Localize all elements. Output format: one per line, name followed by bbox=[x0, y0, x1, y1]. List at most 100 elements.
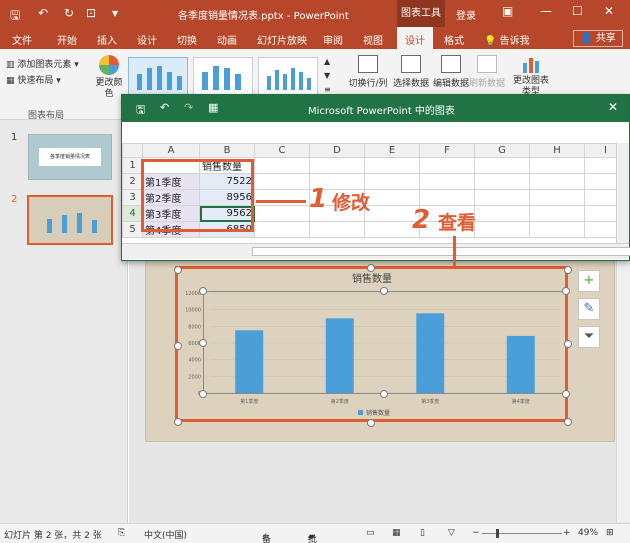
change-colors-button[interactable]: 更改颜色 bbox=[94, 55, 124, 100]
chart-resize-handle[interactable] bbox=[564, 418, 572, 426]
cell[interactable] bbox=[529, 157, 585, 174]
share-button[interactable]: 👤 共享 bbox=[573, 30, 623, 47]
canvas-vertical-scrollbar[interactable] bbox=[616, 258, 630, 522]
cell[interactable] bbox=[364, 157, 420, 174]
cell[interactable] bbox=[419, 157, 475, 174]
edit-data-button[interactable]: 编辑数据 bbox=[432, 55, 470, 89]
zoom-slider[interactable] bbox=[482, 533, 562, 534]
cell[interactable] bbox=[474, 221, 530, 238]
login-link[interactable]: 登录 bbox=[456, 7, 476, 22]
excel-horizontal-scrollbar[interactable] bbox=[122, 243, 630, 259]
tab-file[interactable]: 文件 bbox=[12, 32, 32, 47]
excel-scroll-thumb[interactable] bbox=[252, 247, 630, 256]
close-button[interactable]: ✕ bbox=[604, 4, 614, 18]
cell[interactable] bbox=[254, 157, 310, 174]
chart-resize-handle[interactable] bbox=[174, 418, 182, 426]
slide-thumbnail-1[interactable]: 各季度销量情况表 bbox=[28, 134, 112, 180]
plot-area-handle[interactable] bbox=[562, 390, 570, 398]
plot-area-handle[interactable] bbox=[562, 287, 570, 295]
cell[interactable] bbox=[254, 221, 310, 238]
refresh-data-button[interactable]: 刷新数据 bbox=[467, 55, 507, 89]
chart-resize-handle[interactable] bbox=[174, 266, 182, 274]
chart-styles-brush-icon[interactable]: ✎ bbox=[578, 298, 600, 320]
tab-animations[interactable]: 动画 bbox=[217, 32, 237, 47]
zoom-level[interactable]: 49% bbox=[578, 528, 598, 538]
cell[interactable] bbox=[474, 173, 530, 190]
cell[interactable] bbox=[529, 221, 585, 238]
plot-area-handle[interactable] bbox=[199, 339, 207, 347]
cell[interactable] bbox=[364, 173, 420, 190]
chart-resize-handle[interactable] bbox=[174, 342, 182, 350]
excel-redo-icon[interactable]: ↷ bbox=[184, 101, 193, 114]
cell[interactable] bbox=[474, 189, 530, 206]
minimize-button[interactable]: — bbox=[540, 4, 552, 18]
tab-design[interactable]: 设计 bbox=[137, 32, 157, 47]
save-icon[interactable]: 🖫 bbox=[10, 6, 20, 27]
language-indicator[interactable]: 中文(中国) bbox=[144, 528, 187, 541]
style-gallery-up-icon[interactable]: ▲ bbox=[324, 57, 330, 66]
excel-vertical-scrollbar[interactable] bbox=[616, 143, 629, 243]
reading-view-icon[interactable]: ▯ bbox=[420, 528, 425, 538]
cell[interactable] bbox=[529, 173, 585, 190]
corner-cell[interactable] bbox=[122, 143, 143, 158]
maximize-button[interactable]: ☐ bbox=[572, 4, 583, 18]
plot-area-handle[interactable] bbox=[380, 287, 388, 295]
chart-elements-plus-icon[interactable]: + bbox=[578, 270, 600, 292]
row-header[interactable]: 5 bbox=[122, 221, 143, 238]
tab-view[interactable]: 视图 bbox=[363, 32, 383, 47]
chart-resize-handle[interactable] bbox=[367, 264, 375, 272]
cell[interactable] bbox=[419, 173, 475, 190]
chart-resize-handle[interactable] bbox=[564, 266, 572, 274]
switch-row-column-button[interactable]: 切换行/列 bbox=[347, 55, 389, 89]
change-chart-type-button[interactable]: 更改图表类型 bbox=[512, 55, 550, 98]
cell[interactable] bbox=[364, 189, 420, 206]
excel-close-icon[interactable]: ✕ bbox=[608, 100, 618, 114]
chart-resize-handle[interactable] bbox=[564, 340, 572, 348]
cell[interactable] bbox=[474, 205, 530, 222]
zoom-in-button[interactable]: + bbox=[563, 528, 571, 538]
add-chart-element-button[interactable]: ▥ 添加图表元素 ▾ bbox=[6, 57, 79, 70]
chart-style-1[interactable] bbox=[128, 57, 188, 97]
slideshow-icon[interactable]: ▽ bbox=[448, 528, 455, 538]
cell[interactable] bbox=[309, 157, 365, 174]
tell-me-search[interactable]: 💡 告诉我 bbox=[484, 32, 530, 47]
column-header[interactable]: E bbox=[364, 143, 420, 158]
tab-chart-format[interactable]: 格式 bbox=[444, 32, 464, 47]
cell[interactable] bbox=[529, 205, 585, 222]
cell[interactable] bbox=[419, 189, 475, 206]
zoom-out-button[interactable]: − bbox=[472, 528, 480, 538]
zoom-slider-thumb[interactable] bbox=[496, 529, 499, 538]
chart-filters-funnel-icon[interactable]: ⏷ bbox=[578, 326, 600, 348]
tab-insert[interactable]: 插入 bbox=[97, 32, 117, 47]
chart-resize-handle[interactable] bbox=[367, 419, 375, 427]
row-header[interactable]: 1 bbox=[122, 157, 143, 174]
tab-transitions[interactable]: 切换 bbox=[177, 32, 197, 47]
cell[interactable] bbox=[474, 157, 530, 174]
edit-in-excel-icon[interactable]: ▦ bbox=[208, 101, 218, 114]
customize-qat-icon[interactable]: ▾ bbox=[112, 6, 118, 20]
quick-layout-button[interactable]: ▦ 快速布局 ▾ bbox=[6, 73, 61, 86]
column-header[interactable]: F bbox=[419, 143, 475, 158]
undo-icon[interactable]: ↶ bbox=[38, 6, 48, 20]
slide-sorter-icon[interactable]: ▦ bbox=[392, 528, 401, 538]
excel-undo-icon[interactable]: ↶ bbox=[160, 101, 169, 114]
tab-review[interactable]: 审阅 bbox=[323, 32, 343, 47]
tab-chart-design[interactable]: 设计 bbox=[397, 27, 433, 49]
row-header[interactable]: 4 bbox=[122, 205, 143, 222]
tab-slideshow[interactable]: 幻灯片放映 bbox=[257, 32, 307, 47]
style-gallery-down-icon[interactable]: ▼ bbox=[324, 71, 330, 80]
chart-style-3[interactable] bbox=[258, 57, 318, 97]
spellcheck-icon[interactable]: ⎘ bbox=[118, 528, 125, 538]
column-header[interactable]: G bbox=[474, 143, 530, 158]
column-header[interactable]: B bbox=[199, 143, 255, 158]
row-header[interactable]: 3 bbox=[122, 189, 143, 206]
cell[interactable] bbox=[309, 221, 365, 238]
plot-area-handle[interactable] bbox=[380, 390, 388, 398]
plot-area-handle[interactable] bbox=[199, 287, 207, 295]
cell[interactable] bbox=[254, 173, 310, 190]
start-from-beginning-icon[interactable]: ⊡ bbox=[86, 6, 96, 20]
cell[interactable] bbox=[254, 189, 310, 206]
redo-icon[interactable]: ↻ bbox=[64, 6, 74, 20]
cell[interactable] bbox=[529, 189, 585, 206]
tab-home[interactable]: 开始 bbox=[57, 32, 77, 47]
